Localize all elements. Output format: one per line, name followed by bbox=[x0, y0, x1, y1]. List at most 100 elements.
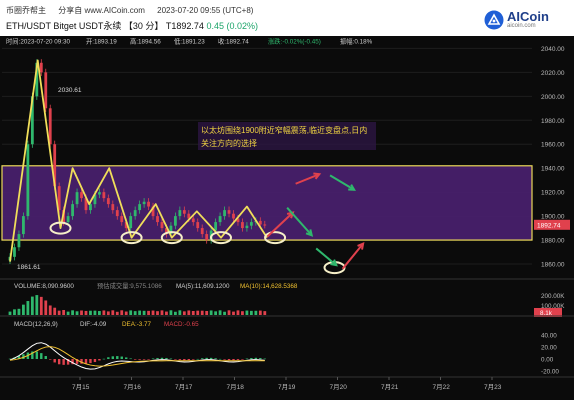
volume-bar bbox=[263, 311, 267, 315]
price-change: 0.45 (0.02%) bbox=[206, 21, 258, 31]
candle-body bbox=[115, 210, 119, 217]
volume-bar bbox=[62, 310, 66, 315]
volume-bar bbox=[8, 311, 12, 315]
candle-body bbox=[249, 222, 253, 226]
price-axis: 1860.00 1880.00 1900.00 1920.00 1940.00 1960.… bbox=[541, 46, 565, 269]
macd-value: MACD:-0.65 bbox=[164, 321, 199, 328]
price-tick: 1940.00 bbox=[541, 166, 565, 173]
volume-bar bbox=[182, 311, 186, 315]
macd-tick: -20.00 bbox=[541, 369, 559, 376]
candle-body bbox=[98, 192, 101, 195]
candle-body bbox=[22, 216, 25, 235]
volume-axis: 200.00K100.00K bbox=[541, 293, 565, 310]
macd-panel: MACD(12,26,9) DIF:-4.09 DEA:-3.77 MACD:-… bbox=[8, 321, 559, 376]
volume-bar bbox=[53, 307, 57, 315]
shared-from: 分享自 www.AICoin.com bbox=[58, 6, 145, 15]
last-price: T1892.74 bbox=[165, 21, 204, 31]
symbol-name: ETH/USDT Bitget USDT永续 bbox=[6, 21, 122, 31]
price-tick: 1880.00 bbox=[541, 238, 565, 245]
macd-axis: 40.00 20.00 0.00 -20.00 bbox=[541, 333, 559, 376]
range-band bbox=[1, 165, 533, 241]
candle-body bbox=[241, 222, 244, 229]
volume-bar bbox=[147, 310, 150, 315]
volume-bar bbox=[26, 301, 30, 315]
logo-name: AICoin bbox=[507, 9, 549, 24]
time-tick: 7月19 bbox=[278, 383, 296, 391]
macd-params: MACD(12,26,9) bbox=[14, 321, 58, 328]
macd-bar bbox=[89, 359, 92, 364]
price-tick: 2020.00 bbox=[541, 70, 565, 77]
volume-bar bbox=[236, 310, 240, 315]
share-line: 币圈乔帮主 分享自 www.AICoin.com 2023-07-20 09:5… bbox=[6, 5, 263, 16]
macd-bar bbox=[174, 359, 177, 360]
chart-area[interactable]: 以太坊围绕1900附近窄幅震荡,临近变盘点,日内 关注方向的选择 2030.61… bbox=[0, 36, 574, 400]
volume-bar bbox=[80, 310, 83, 315]
volume-bar bbox=[151, 310, 155, 315]
macd-bar bbox=[98, 359, 101, 361]
volume-bar bbox=[232, 311, 235, 315]
candle-body bbox=[89, 204, 92, 211]
symbol-line: ETH/USDT Bitget USDT永续 【30 分】 T1892.74 0… bbox=[6, 19, 258, 32]
macd-dea: DEA:-3.77 bbox=[122, 321, 152, 328]
volume-bar bbox=[214, 311, 218, 315]
volume-bar bbox=[93, 310, 97, 315]
macd-bar bbox=[147, 359, 150, 360]
candle-body bbox=[232, 213, 235, 219]
price-tick: 1960.00 bbox=[541, 142, 565, 149]
share-datetime: 2023-07-20 09:55 (UTC+8) bbox=[157, 6, 254, 15]
volume-bar bbox=[75, 311, 79, 315]
macd-bar bbox=[250, 358, 253, 359]
macd-bar bbox=[116, 356, 119, 359]
ohlc-amplitude: 振幅:0.18% bbox=[340, 37, 373, 46]
candle-body bbox=[66, 216, 70, 223]
macd-bar bbox=[129, 358, 132, 360]
candle-body bbox=[263, 224, 267, 226]
volume-bar bbox=[196, 310, 200, 315]
candle-body bbox=[129, 216, 133, 229]
candle-body bbox=[138, 204, 142, 211]
candle-body bbox=[196, 222, 200, 229]
candle-body bbox=[156, 216, 159, 223]
macd-bar bbox=[111, 356, 115, 359]
svg-text:MACD(12,26,9) DIF:-4.0: MACD(12,26,9) DIF:-4.09 DEA:-3.77 MACD:-… bbox=[14, 321, 199, 328]
candle-body bbox=[102, 192, 106, 199]
macd-bar bbox=[53, 359, 56, 363]
macd-bar bbox=[227, 359, 231, 361]
chart-svg[interactable]: 以太坊围绕1900附近窄幅震荡,临近变盘点,日内 关注方向的选择 2030.61… bbox=[0, 36, 574, 400]
macd-bar bbox=[178, 359, 182, 360]
volume-bar bbox=[178, 310, 182, 315]
macd-bar bbox=[138, 359, 141, 360]
macd-bar bbox=[107, 357, 110, 359]
current-price-tag: 1892.74 bbox=[534, 219, 570, 230]
candle-body bbox=[258, 220, 262, 225]
annotation-line-1: 以太坊围绕1900附近窄幅震荡,临近变盘点,日内 bbox=[201, 125, 367, 135]
candle-body bbox=[218, 216, 222, 223]
volume-bar bbox=[106, 311, 110, 315]
volume-bar bbox=[13, 309, 16, 315]
volume-bar bbox=[120, 310, 124, 315]
price-tick: 1920.00 bbox=[541, 190, 565, 197]
current-price-label: 1892.74 bbox=[537, 222, 561, 229]
volume-bar bbox=[66, 311, 70, 315]
macd-bar bbox=[201, 358, 204, 359]
volume-bar bbox=[17, 308, 21, 315]
time-tick: 7月22 bbox=[433, 383, 451, 391]
time-axis: 7月15 7月16 7月17 7月18 7月19 7月20 7月21 7月22 7月23 bbox=[72, 377, 502, 391]
volume-panel: VOLUME:8,090.9600 预估成交量:9,575.1086 MA(5)… bbox=[8, 281, 565, 317]
volume-bar bbox=[84, 310, 88, 315]
candle-body bbox=[39, 62, 43, 73]
low-price-label: 1861.61 bbox=[17, 264, 41, 271]
volume-tick: 200.00K bbox=[541, 293, 565, 300]
volume-bar bbox=[44, 300, 48, 315]
candle-body bbox=[44, 72, 48, 109]
volume-value: VOLUME:8,090.9600 bbox=[14, 283, 74, 290]
arrow-line bbox=[341, 243, 364, 270]
volume-bar bbox=[98, 311, 101, 315]
volume-bar bbox=[187, 310, 191, 315]
price-panel: 以太坊围绕1900附近窄幅震荡,临近变盘点,日内 关注方向的选择 2030.61… bbox=[0, 36, 574, 275]
volume-bar bbox=[111, 310, 115, 315]
candle-body bbox=[26, 144, 30, 217]
volume-bar bbox=[209, 310, 213, 315]
macd-tick: 40.00 bbox=[541, 333, 557, 340]
time-tick: 7月21 bbox=[381, 383, 399, 391]
